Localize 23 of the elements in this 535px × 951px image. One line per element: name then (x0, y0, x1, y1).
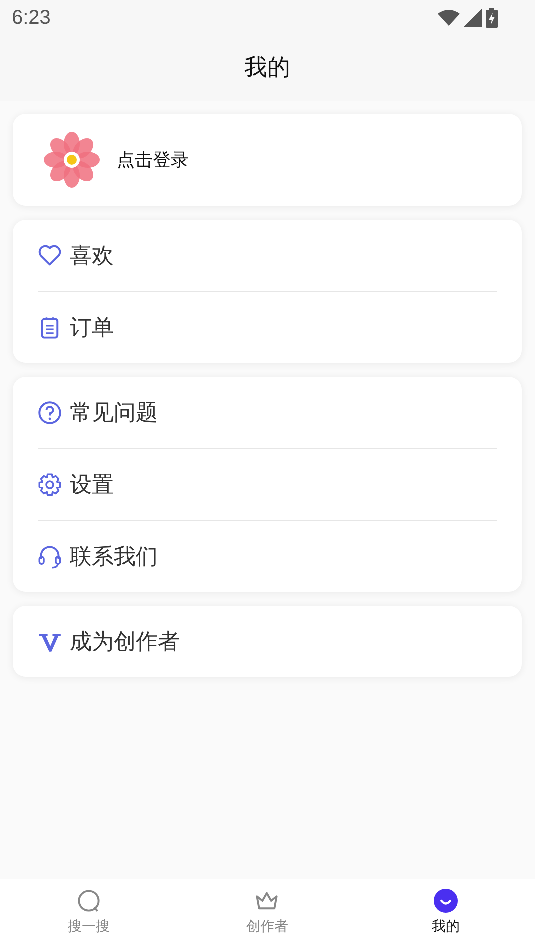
menu-item[interactable]: 常见问题 (38, 377, 497, 448)
menu-item[interactable]: 订单 (38, 292, 497, 363)
headset-icon (38, 544, 62, 568)
nav-tab[interactable]: 搜一搜 (0, 879, 178, 945)
login-card[interactable]: 点击登录 (13, 114, 522, 206)
smile-icon (434, 888, 458, 912)
menu-item[interactable]: 设置 (38, 449, 497, 520)
signal-icon (464, 9, 482, 27)
login-label: 点击登录 (117, 149, 189, 172)
status-time: 6:23 (12, 6, 51, 30)
search-icon (77, 888, 102, 912)
settings-icon (38, 472, 62, 496)
flower-icon (43, 131, 101, 189)
battery-icon (486, 8, 498, 28)
nav-tab[interactable]: 创作者 (178, 879, 357, 945)
menu-item[interactable]: 成为创作者 (38, 606, 497, 677)
menu-item[interactable]: 喜欢 (38, 220, 497, 291)
page-title: 我的 (244, 54, 292, 83)
heart-icon (38, 244, 62, 268)
help-icon (38, 400, 62, 424)
wifi-icon (438, 10, 460, 26)
nav-tab[interactable]: 我的 (356, 879, 535, 945)
menu-item[interactable]: 联系我们 (38, 521, 497, 592)
